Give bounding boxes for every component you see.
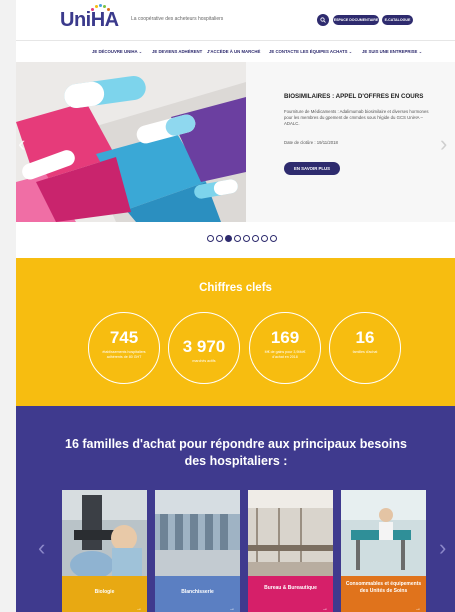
nav-item-adherent[interactable]: JE DEVIENS ADHÉRENT bbox=[152, 49, 202, 54]
family-card-title: Biologie bbox=[94, 589, 115, 595]
purchase-families-section: 16 familles d'achat pour répondre aux pr… bbox=[16, 406, 455, 612]
e-catalogue-button[interactable]: E-CATALOGUE bbox=[382, 15, 413, 25]
figure-caption: familles d'achat bbox=[352, 350, 378, 354]
slider-dot[interactable] bbox=[216, 235, 223, 242]
figure-number: 745 bbox=[109, 328, 139, 347]
family-card-biologie[interactable]: Biologie → bbox=[62, 490, 147, 612]
figure-circle: 16 familles d'achat bbox=[329, 312, 401, 384]
family-card-label: Bureau & Bureautique → bbox=[248, 576, 333, 612]
main-nav: JE DÉCOUVRE UNIHA ⌄ JE DEVIENS ADHÉRENT … bbox=[16, 40, 455, 62]
figure-number: 169 bbox=[270, 328, 300, 347]
slider-dot[interactable] bbox=[261, 235, 268, 242]
hero-next-arrow[interactable]: › bbox=[440, 133, 447, 155]
families-prev-arrow[interactable]: ‹ bbox=[38, 535, 45, 561]
key-figures-section: Chiffres clefs 745 établissements hospit… bbox=[16, 258, 455, 406]
family-card-label: Biologie → bbox=[62, 576, 147, 612]
figure-number: 3 970 bbox=[182, 337, 226, 356]
arrow-right-icon: → bbox=[322, 606, 328, 612]
family-card-label: Blanchisserie → bbox=[155, 576, 240, 612]
slider-dot[interactable] bbox=[243, 235, 250, 242]
family-card-blanchisserie[interactable]: Blanchisserie → bbox=[155, 490, 240, 612]
slider-dot[interactable] bbox=[207, 235, 214, 242]
en-savoir-plus-button[interactable]: EN SAVOIR PLUS bbox=[284, 162, 340, 175]
figure-number: 16 bbox=[355, 328, 375, 347]
figure-caption: établissements hospitaliers adhérents de… bbox=[102, 350, 146, 359]
figure-circle: 745 établissements hospitaliers adhérent… bbox=[88, 312, 160, 384]
figure-caption: M€ de gains pour 3,9Md€ d'achat en 2018 bbox=[264, 350, 306, 359]
nav-item-marche[interactable]: J'ACCÈDE À UN MARCHÉ bbox=[207, 49, 260, 54]
families-next-arrow[interactable]: › bbox=[439, 535, 446, 561]
blanchisserie-photo bbox=[155, 490, 240, 576]
figure-circle: 3 970 marchés actifs bbox=[168, 312, 240, 384]
bureau-photo bbox=[248, 490, 333, 576]
slider-dot-active[interactable] bbox=[225, 235, 232, 242]
family-card-title: Blanchisserie bbox=[181, 589, 214, 595]
hero-description: Fourniture de Médicaments : Adalimumab b… bbox=[284, 109, 429, 127]
page: UniHA La coopérative des acheteurs hospi… bbox=[16, 0, 455, 612]
hero-image bbox=[16, 62, 246, 222]
hero-slider: ‹ BIOSIMILAIRES : APPEL D'OFFRES EN COUR… bbox=[16, 62, 455, 222]
search-button[interactable] bbox=[317, 14, 329, 26]
family-card-bureau[interactable]: Bureau & Bureautique → bbox=[248, 490, 333, 612]
arrow-right-icon: → bbox=[415, 606, 421, 612]
nav-item-entreprise[interactable]: JE SUIS UNE ENTREPRISE ⌄ bbox=[362, 49, 422, 55]
espace-documentaire-button[interactable]: ESPACE DOCUMENTAIRE bbox=[333, 15, 379, 25]
hero-prev-arrow[interactable]: ‹ bbox=[18, 133, 25, 155]
slider-dot[interactable] bbox=[252, 235, 259, 242]
family-card-title: Consommables et équipements des Unités d… bbox=[345, 581, 422, 594]
consommables-photo bbox=[341, 490, 426, 576]
hero-closing-date: Date de clotûre : 19/11/2018 bbox=[284, 140, 338, 145]
families-title: 16 familles d'achat pour répondre aux pr… bbox=[65, 437, 407, 468]
figure-circle: 169 M€ de gains pour 3,9Md€ d'achat en 2… bbox=[249, 312, 321, 384]
family-card-title: Bureau & Bureautique bbox=[264, 585, 317, 591]
slider-dot[interactable] bbox=[234, 235, 241, 242]
logo[interactable]: UniHA bbox=[60, 9, 119, 32]
site-header: UniHA La coopérative des acheteurs hospi… bbox=[16, 0, 455, 40]
nav-item-equipes[interactable]: JE CONTACTE LES ÉQUIPES ACHATS ⌄ bbox=[269, 49, 352, 55]
slider-dot[interactable] bbox=[270, 235, 277, 242]
hero-title: BIOSIMILAIRES : APPEL D'OFFRES EN COURS bbox=[284, 93, 424, 100]
figure-caption: marchés actifs bbox=[192, 359, 216, 363]
nav-item-decouvre[interactable]: JE DÉCOUVRE UNIHA ⌄ bbox=[92, 49, 142, 55]
search-icon bbox=[320, 17, 326, 23]
arrow-right-icon: → bbox=[229, 606, 235, 612]
tagline: La coopérative des acheteurs hospitalier… bbox=[131, 16, 224, 22]
pill-organizer-image bbox=[16, 62, 246, 222]
family-card-consommables[interactable]: Consommables et équipements des Unités d… bbox=[341, 490, 426, 612]
family-card-label: Consommables et équipements des Unités d… bbox=[341, 576, 426, 612]
biologie-photo bbox=[62, 490, 147, 576]
arrow-right-icon: → bbox=[136, 606, 142, 612]
key-figures-title: Chiffres clefs bbox=[199, 282, 272, 294]
